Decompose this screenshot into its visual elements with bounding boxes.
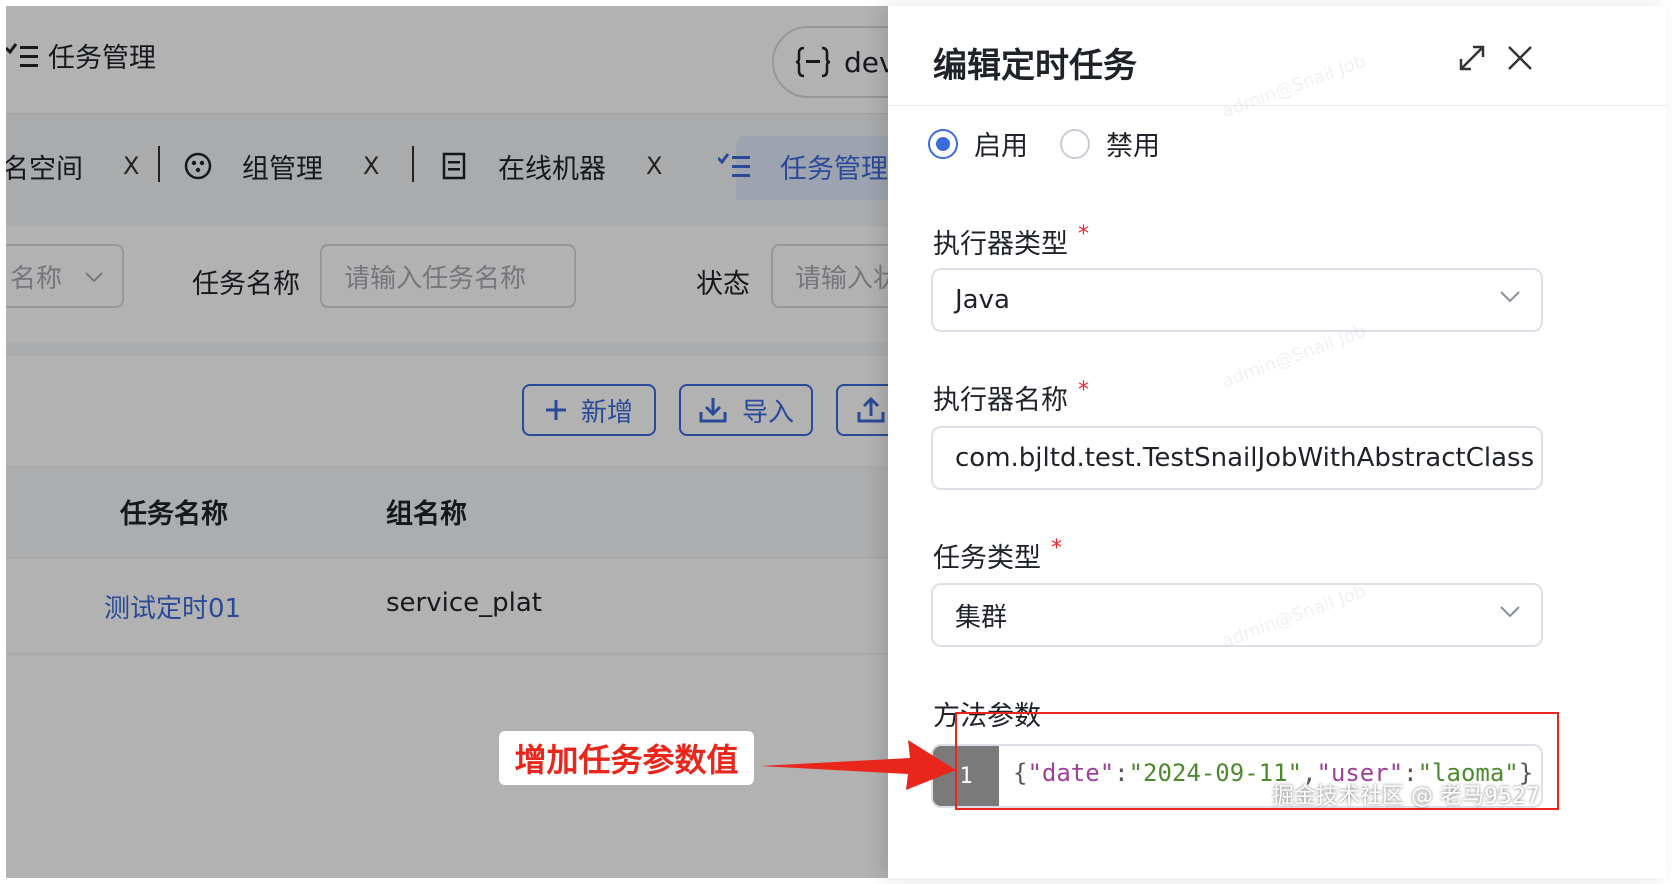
edit-task-drawer: 编辑定时任务 启用 禁用 执行器类型 * Java 执行器名称 * com.bjlt… — [888, 6, 1666, 878]
plus-icon — [545, 400, 566, 420]
executor-type-value: Java — [955, 285, 1010, 315]
column-header-group-name: 组名称 — [386, 499, 467, 530]
add-button-label: 新增 — [580, 397, 633, 428]
annotation-arrow-icon — [760, 740, 956, 790]
expand-icon[interactable] — [1454, 40, 1490, 76]
radio-label-disabled: 禁用 — [1106, 131, 1160, 162]
download-icon — [699, 398, 727, 423]
tab-label: 在线机器 — [498, 153, 606, 185]
group-select-text: 名称 — [10, 263, 63, 294]
footer-watermark: 掘金技术社区 @ 老马9527 — [1272, 784, 1540, 809]
chevron-down-icon — [85, 272, 103, 283]
executor-name-input[interactable]: com.bjltd.test.TestSnailJobWithAbstractC… — [931, 426, 1543, 490]
status-label: 状态 — [696, 269, 750, 300]
column-header-task-name: 任务名称 — [120, 499, 228, 530]
upload-icon — [857, 396, 885, 423]
executor-name-label-text: 执行器名称 — [933, 385, 1068, 416]
machine-list-icon — [442, 152, 466, 180]
status-placeholder: 请输入状 — [795, 263, 900, 294]
task-type-select[interactable]: 集群 — [931, 583, 1543, 647]
code-token: "date" — [1027, 759, 1115, 787]
task-name-input[interactable]: 请输入任务名称 — [320, 244, 576, 308]
status-radio-disabled[interactable]: 禁用 — [1060, 124, 1160, 163]
executor-type-label-text: 执行器类型 — [933, 229, 1068, 260]
tab-label: 名空间 — [6, 153, 83, 185]
annotation-callout: 增加任务参数值 — [499, 731, 754, 785]
group-name-select[interactable]: 名称 — [6, 244, 124, 308]
task-type-label-text: 任务类型 — [933, 543, 1041, 574]
executor-name-value: com.bjltd.test.TestSnailJobWithAbstractC… — [955, 443, 1535, 473]
task-name-link[interactable]: 测试定时01 — [104, 588, 241, 625]
radio-checked-icon — [928, 128, 958, 159]
tab-close-icon[interactable]: X — [646, 152, 662, 180]
tab-namespace[interactable]: 名空间 X — [6, 136, 139, 196]
tab-close-icon[interactable]: X — [363, 152, 379, 180]
add-button[interactable]: 新增 — [522, 384, 656, 436]
method-params-label: 方法参数 — [933, 701, 1041, 732]
tab-task-management[interactable]: 任务管理 — [718, 136, 888, 196]
group-icon — [184, 152, 212, 180]
tab-divider — [158, 146, 160, 182]
required-mark: * — [1078, 378, 1089, 403]
line-number: 1 — [959, 763, 973, 789]
group-name-cell: service_plat — [386, 588, 542, 618]
tab-group-management[interactable]: 组管理 X — [184, 136, 379, 196]
tab-label: 组管理 — [242, 153, 323, 185]
code-token: { — [1013, 759, 1028, 787]
chevron-down-icon — [1500, 291, 1520, 303]
task-type-label: 任务类型 * — [933, 536, 1062, 575]
status-radio-enabled[interactable]: 启用 — [928, 124, 1028, 163]
import-button-label: 导入 — [741, 397, 794, 428]
code-token: : — [1114, 759, 1129, 787]
page-title-text: 任务管理 — [48, 43, 156, 74]
task-name-label: 任务名称 — [192, 269, 300, 300]
radio-label-enabled: 启用 — [974, 131, 1028, 162]
task-list-icon — [718, 153, 750, 177]
executor-type-label: 执行器类型 * — [933, 222, 1089, 261]
page-title: 任务管理 — [6, 36, 156, 75]
executor-type-select[interactable]: Java — [931, 268, 1543, 332]
task-list-icon — [6, 42, 38, 67]
drawer-title: 编辑定时任务 — [933, 46, 1137, 86]
required-mark: * — [1078, 222, 1089, 247]
task-name-placeholder: 请输入任务名称 — [344, 263, 527, 294]
tab-close-icon[interactable]: X — [123, 152, 139, 180]
task-type-value: 集群 — [955, 602, 1008, 633]
tab-label: 任务管理 — [780, 153, 888, 185]
required-mark: * — [1051, 536, 1062, 561]
chevron-down-icon — [1500, 606, 1520, 618]
drawer-header: 编辑定时任务 — [888, 6, 1666, 106]
tab-online-machines[interactable]: 在线机器 X — [442, 136, 662, 196]
tab-divider — [412, 146, 414, 182]
code-brackets-icon — [796, 46, 830, 78]
close-icon[interactable] — [1502, 40, 1538, 76]
import-button[interactable]: 导入 — [679, 384, 813, 436]
radio-unchecked-icon — [1060, 128, 1090, 159]
executor-name-label: 执行器名称 * — [933, 378, 1089, 417]
